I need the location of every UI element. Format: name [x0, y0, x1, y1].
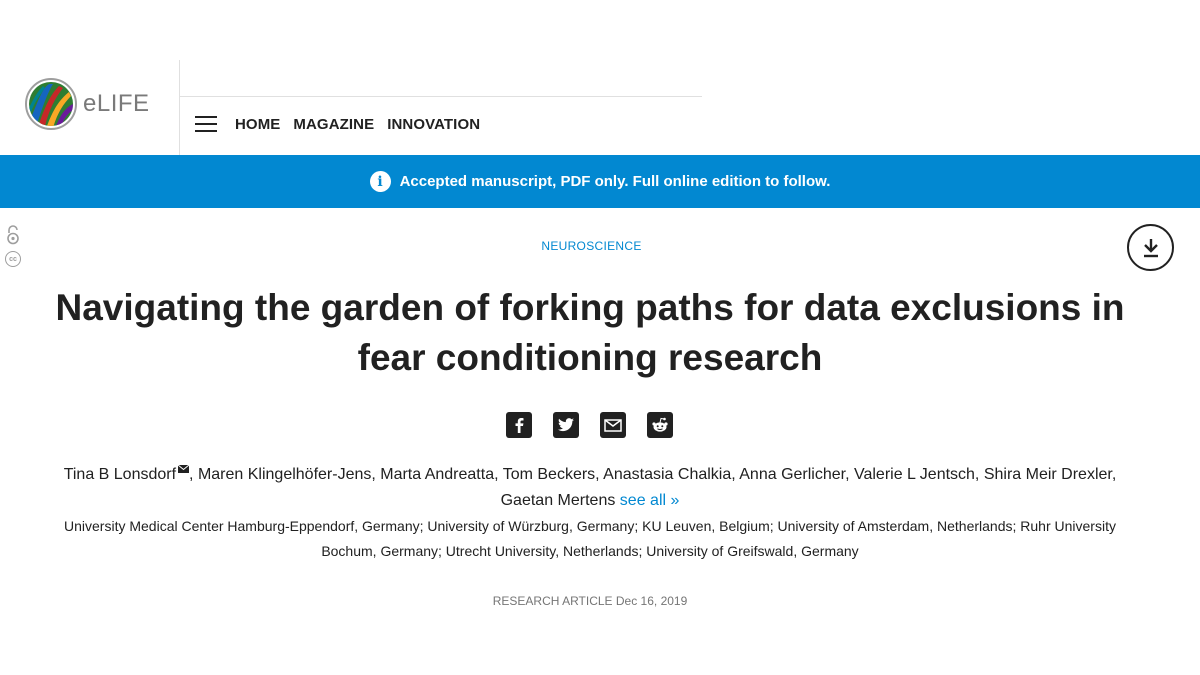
main-nav: HOME MAGAZINE INNOVATION — [195, 108, 493, 140]
subject-link[interactable]: NEUROSCIENCE — [0, 239, 1183, 253]
facebook-icon — [515, 418, 524, 433]
header-divider — [180, 96, 702, 97]
nav-magazine[interactable]: MAGAZINE — [293, 116, 374, 133]
twitter-share-button[interactable] — [553, 412, 579, 438]
article-type: RESEARCH ARTICLE — [492, 594, 613, 608]
menu-icon[interactable] — [195, 116, 217, 132]
elife-logo-icon — [25, 78, 77, 130]
publication-date: Dec 16, 2019 — [615, 594, 688, 608]
banner-text: Accepted manuscript, PDF only. Full onli… — [399, 173, 831, 190]
nav-home[interactable]: HOME — [235, 116, 280, 133]
reddit-share-button[interactable] — [647, 412, 673, 438]
notice-banner: i Accepted manuscript, PDF only. Full on… — [0, 155, 1200, 208]
mail-icon[interactable] — [178, 464, 190, 473]
email-share-button[interactable] — [600, 412, 626, 438]
info-icon: i — [369, 171, 391, 192]
logo-text: eLIFE — [83, 90, 150, 117]
affiliations: University Medical Center Hamburg-Eppend… — [0, 514, 1180, 564]
see-all-authors-link[interactable]: see all » — [620, 492, 680, 509]
twitter-icon — [558, 418, 574, 432]
creative-commons-icon: cc — [5, 251, 21, 267]
share-bar — [506, 412, 673, 438]
article-meta: RESEARCH ARTICLE Dec 16, 2019 — [0, 594, 1180, 608]
corresponding-author[interactable]: Tina B Lonsdorf — [64, 466, 176, 483]
last-author: Gaetan Mertens — [500, 492, 616, 509]
title-line-2: fear conditioning research — [357, 337, 823, 378]
title-line-1: Navigating the garden of forking paths f… — [55, 287, 1125, 328]
reddit-icon — [652, 417, 668, 432]
author-list: Tina B Lonsdorf , Maren Klingelhöfer-Jens… — [0, 462, 1180, 514]
author-names: , Maren Klingelhöfer-Jens, Marta Andreat… — [189, 466, 1117, 483]
affiliations-line-1: University Medical Center Hamburg-Eppend… — [64, 518, 1116, 534]
nav-innovation[interactable]: INNOVATION — [387, 116, 480, 133]
elife-logo[interactable]: eLIFE — [25, 78, 150, 130]
affiliations-line-2: Bochum, Germany; Utrecht University, Net… — [321, 543, 859, 559]
logo-area: eLIFE — [0, 60, 180, 155]
article-title: Navigating the garden of forking paths f… — [0, 283, 1180, 383]
email-icon — [604, 418, 622, 432]
facebook-share-button[interactable] — [506, 412, 532, 438]
